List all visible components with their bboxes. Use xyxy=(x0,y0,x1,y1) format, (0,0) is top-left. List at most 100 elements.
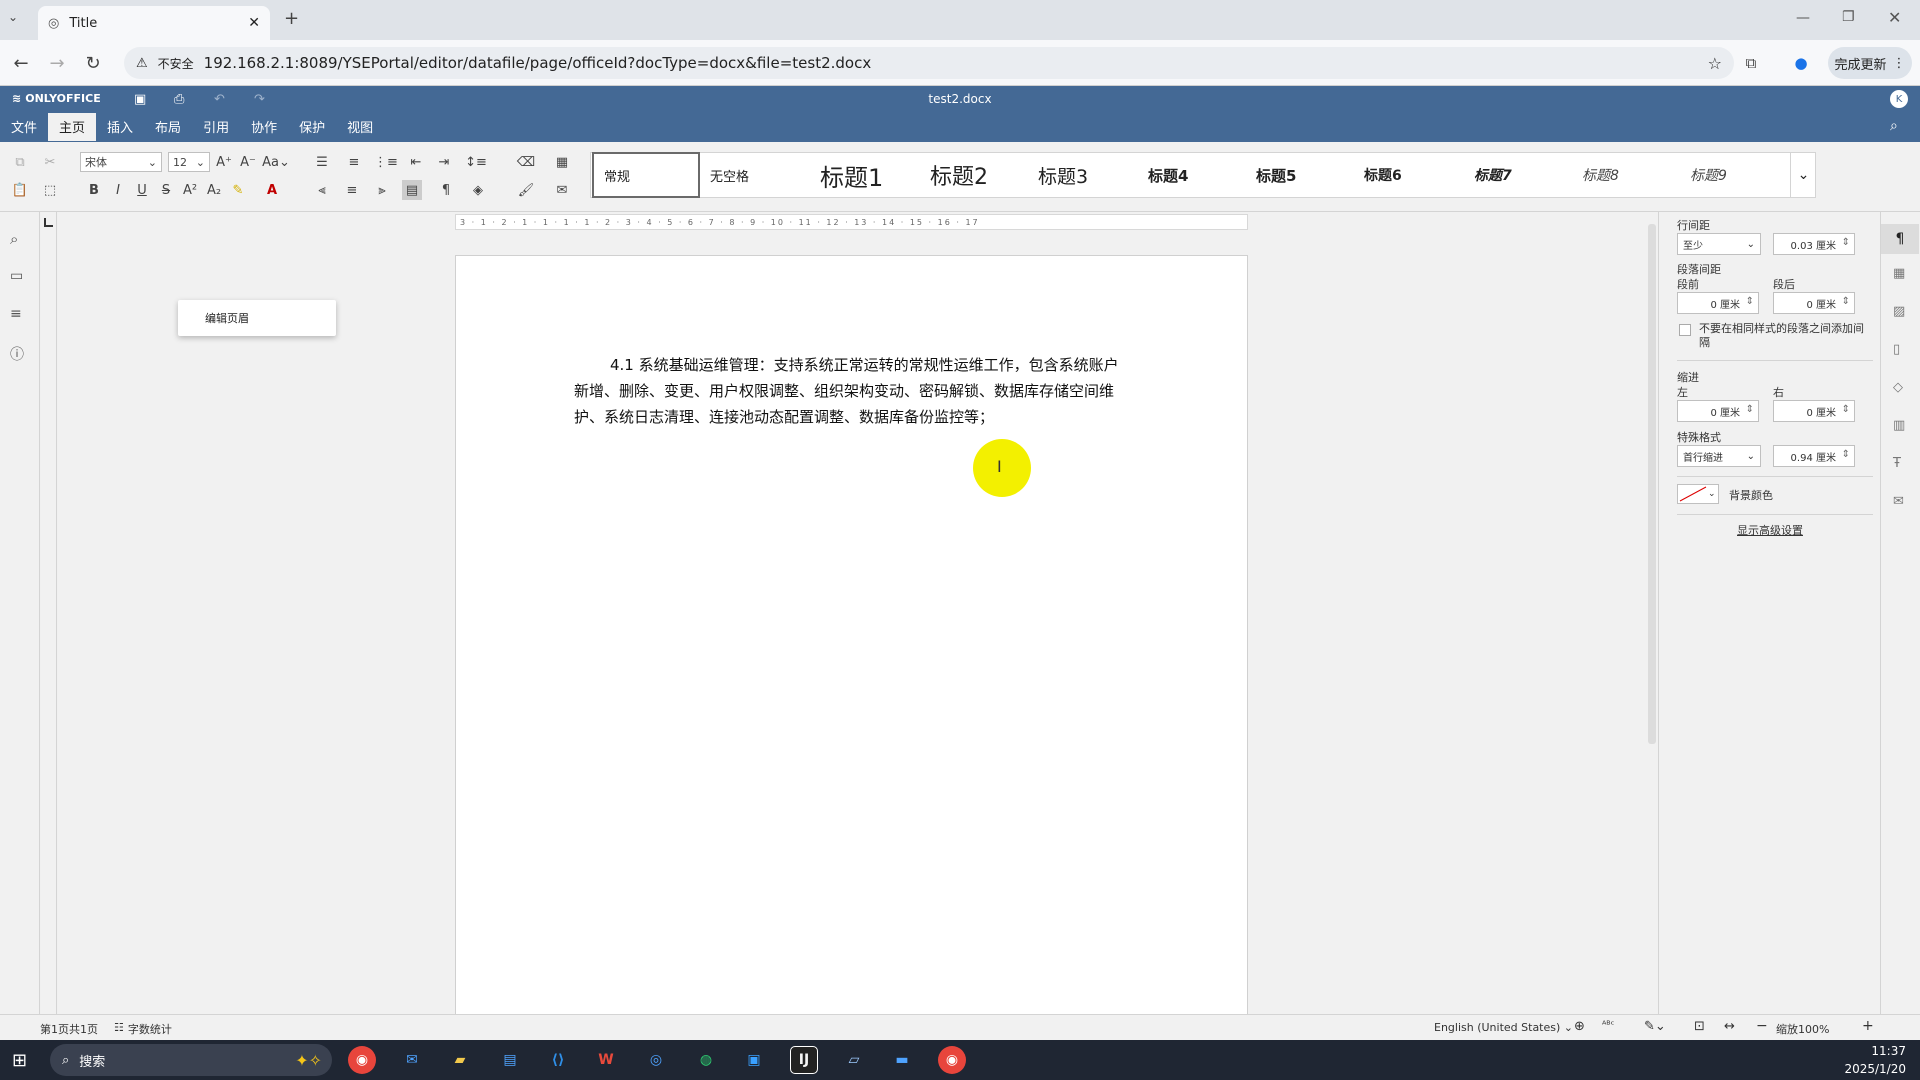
align-left-icon[interactable]: ⫷ xyxy=(312,180,332,200)
shading-icon[interactable]: ◈ xyxy=(468,180,488,200)
minimize-button[interactable]: — xyxy=(1796,10,1810,26)
word-count-button[interactable]: ☷ 字数统计 xyxy=(114,1021,172,1037)
style-heading6[interactable]: 标题6 xyxy=(1354,152,1462,198)
close-tab-icon[interactable]: ✕ xyxy=(248,15,260,31)
numbered-list-icon[interactable]: ≡ xyxy=(344,152,364,172)
table-settings-icon[interactable]: ▦ xyxy=(1893,266,1905,281)
header-footer-icon[interactable]: ▯ xyxy=(1893,342,1900,357)
back-button[interactable]: ← xyxy=(6,48,36,78)
justify-icon[interactable]: ▤ xyxy=(402,180,422,200)
color-scheme-icon[interactable]: ▦ xyxy=(552,152,572,172)
mail-icon[interactable]: ✉ xyxy=(398,1046,426,1074)
menu-home[interactable]: 主页 xyxy=(48,113,97,141)
background-color-picker[interactable]: ⌄ xyxy=(1677,484,1719,504)
edit-header-popup[interactable]: 编辑页眉 xyxy=(178,300,336,336)
menu-layout[interactable]: 布局 xyxy=(144,113,192,141)
navigation-icon[interactable]: ≡ xyxy=(10,306,22,322)
select-all-icon[interactable]: ⬚ xyxy=(40,180,60,200)
font-name-select[interactable]: 宋体 ⌄ xyxy=(80,152,162,172)
menu-view[interactable]: 视图 xyxy=(336,113,384,141)
scrollbar-thumb[interactable] xyxy=(1648,224,1656,744)
redo-icon[interactable]: ↷ xyxy=(254,92,265,107)
menu-collaborate[interactable]: 协作 xyxy=(240,113,288,141)
clock-time[interactable]: 11:37 xyxy=(1850,1044,1906,1058)
undo-icon[interactable]: ↶ xyxy=(214,92,225,107)
chrome-icon[interactable]: ◉ xyxy=(348,1046,376,1074)
doc-language-icon[interactable]: ⊕ xyxy=(1574,1019,1585,1034)
intellij-icon[interactable]: IJ xyxy=(790,1046,818,1074)
wps-icon[interactable]: W xyxy=(592,1046,620,1074)
clock-date[interactable]: 2025/1/20 xyxy=(1836,1062,1906,1076)
windows-start-icon[interactable]: ⊞ xyxy=(12,1050,27,1071)
copy-icon[interactable]: ⧉ xyxy=(10,152,30,172)
about-icon[interactable]: ⓘ xyxy=(10,344,24,364)
search-icon[interactable]: ⌕ xyxy=(10,230,18,248)
mail-merge-settings-icon[interactable]: ✉ xyxy=(1893,494,1904,509)
special-format-select[interactable]: 首行缩进 ⌄ xyxy=(1677,445,1761,467)
style-heading5[interactable]: 标题5 xyxy=(1246,152,1354,198)
chart-settings-icon[interactable]: ▥ xyxy=(1893,418,1905,433)
wechat-icon[interactable]: ◍ xyxy=(692,1046,720,1074)
profile-icon[interactable]: ● xyxy=(1786,48,1816,78)
menu-references[interactable]: 引用 xyxy=(192,113,240,141)
line-spacing-value-field[interactable]: 0.03 厘米 xyxy=(1773,233,1855,255)
vertical-ruler[interactable] xyxy=(41,212,57,1014)
subscript-icon[interactable]: A₂ xyxy=(204,180,224,200)
spellcheck-icon[interactable]: ᴬᴮᶜ xyxy=(1602,1020,1614,1031)
style-no-spacing[interactable]: 无空格 xyxy=(700,152,808,198)
menu-file[interactable]: 文件 xyxy=(0,113,48,141)
search-icon[interactable]: ⌕ xyxy=(1890,118,1898,134)
textart-settings-icon[interactable]: Ŧ xyxy=(1893,456,1901,471)
show-advanced-settings-link[interactable]: 显示高级设置 xyxy=(1659,522,1881,538)
security-label[interactable]: 不安全 xyxy=(158,55,194,72)
tab-stop-icon[interactable] xyxy=(44,218,53,227)
align-right-icon[interactable]: ⫸ xyxy=(372,180,392,200)
zoom-out-icon[interactable]: − xyxy=(1756,1018,1768,1034)
forward-button[interactable]: → xyxy=(42,48,72,78)
style-heading4[interactable]: 标题4 xyxy=(1138,152,1246,198)
style-heading3[interactable]: 标题3 xyxy=(1028,152,1136,198)
multilevel-list-icon[interactable]: ⋮≡ xyxy=(374,152,398,172)
align-center-icon[interactable]: ≡ xyxy=(342,180,362,200)
track-changes-icon[interactable]: ✎⌄ xyxy=(1644,1019,1666,1034)
spacing-before-field[interactable]: 0 厘米 xyxy=(1677,292,1759,314)
taskbar-search-box[interactable]: ⌕ 搜索 ✦✧ xyxy=(50,1044,332,1076)
remote-desktop-icon[interactable]: ▣ xyxy=(740,1046,768,1074)
close-window-button[interactable]: ✕ xyxy=(1888,8,1901,27)
zoom-in-icon[interactable]: + xyxy=(1862,1018,1874,1034)
extensions-icon[interactable]: ⧉ xyxy=(1736,48,1766,78)
indent-left-field[interactable]: 0 厘米 xyxy=(1677,400,1759,422)
increase-indent-icon[interactable]: ⇥ xyxy=(434,152,454,172)
user-avatar[interactable]: K xyxy=(1890,90,1908,108)
print-icon[interactable]: ⎙ xyxy=(174,92,184,107)
font-color-icon[interactable]: A xyxy=(262,180,282,200)
new-tab-button[interactable]: + xyxy=(284,8,299,29)
increase-font-icon[interactable]: A⁺ xyxy=(214,152,234,172)
language-select[interactable]: English (United States) ⌄ xyxy=(1434,1021,1573,1034)
update-button[interactable]: 完成更新 ⋮ xyxy=(1828,47,1912,79)
notes-icon[interactable]: ▱ xyxy=(840,1046,868,1074)
chrome-active-icon[interactable]: ◉ xyxy=(938,1046,966,1074)
document-paragraph[interactable]: 4.1 系统基础运维管理：支持系统正常运转的常规性运维工作，包含系统账户新增、删… xyxy=(574,352,1129,430)
bullet-list-icon[interactable]: ☰ xyxy=(312,152,332,172)
app-window-icon[interactable]: ▤ xyxy=(496,1046,524,1074)
bold-icon[interactable]: B xyxy=(84,180,104,200)
horizontal-ruler[interactable]: 3 · 1 · 2 · 1 · 1 · 1 · 1 · 2 · 3 · 4 · … xyxy=(455,214,1248,230)
style-heading1[interactable]: 标题1 xyxy=(810,152,918,198)
clear-format-icon[interactable]: ⌫ xyxy=(516,152,536,172)
line-spacing-icon[interactable]: ↕≡ xyxy=(465,152,487,172)
decrease-indent-icon[interactable]: ⇤ xyxy=(406,152,426,172)
spacing-after-field[interactable]: 0 厘米 xyxy=(1773,292,1855,314)
tab-list-dropdown-icon[interactable]: ⌄ xyxy=(8,10,18,24)
search-app-icon[interactable]: ◎ xyxy=(642,1046,670,1074)
page-indicator[interactable]: 第1页共1页 xyxy=(40,1021,98,1037)
bookmark-star-icon[interactable]: ☆ xyxy=(1708,54,1722,73)
menu-protect[interactable]: 保护 xyxy=(288,113,336,141)
vscode-icon[interactable]: ⟨⟩ xyxy=(544,1046,572,1074)
style-heading9[interactable]: 标题9 xyxy=(1680,152,1788,198)
save-icon[interactable]: ▣ xyxy=(134,92,146,107)
indent-right-field[interactable]: 0 厘米 xyxy=(1773,400,1855,422)
zoom-level[interactable]: 缩放100% xyxy=(1776,1021,1829,1037)
restore-button[interactable]: ❐ xyxy=(1842,9,1855,25)
font-size-select[interactable]: 12 ⌄ xyxy=(168,152,210,172)
